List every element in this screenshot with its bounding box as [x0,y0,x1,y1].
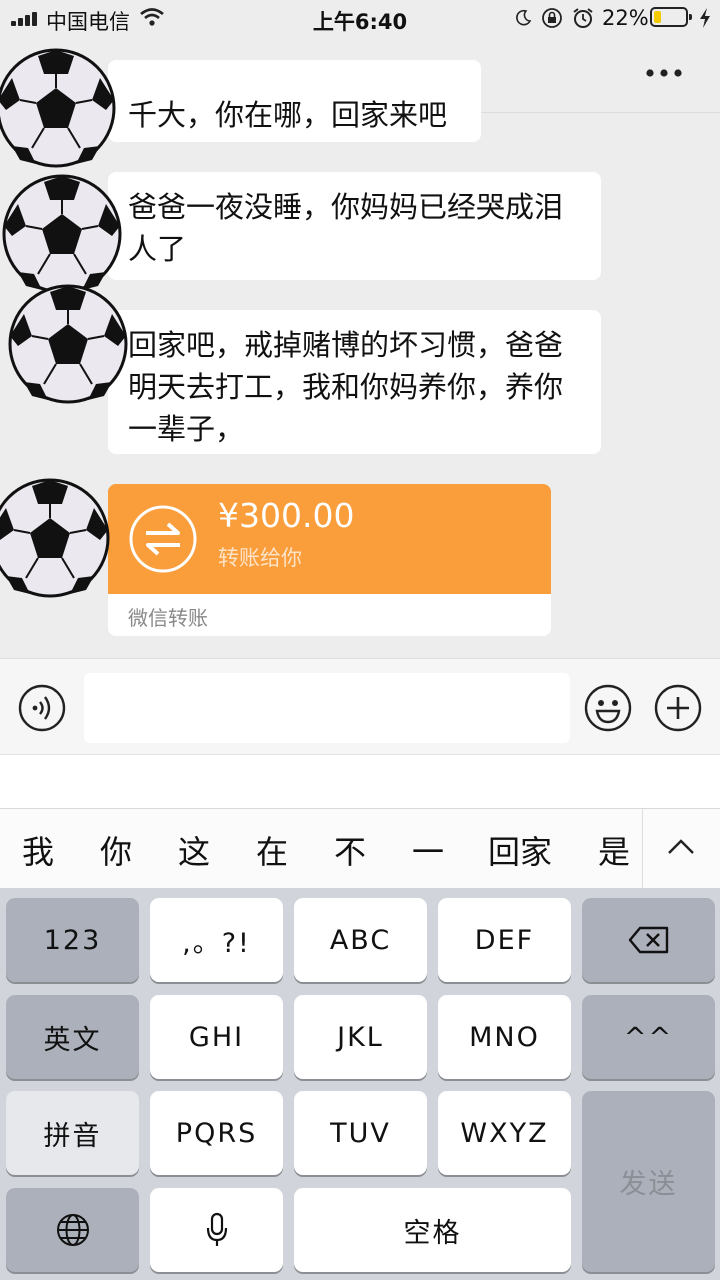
key-punctuation[interactable]: ,。?! [150,898,283,982]
status-bar: 中国电信 上午6:40 22% [0,0,720,36]
globe-key[interactable] [6,1188,139,1272]
transfer-icon [129,505,197,573]
key-def[interactable]: DEF [438,898,571,982]
candidate-item[interactable]: 我 [22,827,54,873]
charging-icon [700,8,710,28]
transfer-footer: 微信转账 [128,606,208,630]
key-emoticon[interactable]: ^^ [582,995,715,1079]
key-mno[interactable]: MNO [438,995,571,1079]
avatar[interactable] [8,284,128,404]
candidate-item[interactable]: 不 [334,827,366,873]
keyboard-top-area [0,754,720,809]
battery-percent: 22% [602,6,649,30]
candidate-item[interactable]: 你 [100,827,132,873]
key-abc[interactable]: ABC [294,898,427,982]
candidate-item[interactable]: 一 [412,827,444,873]
transfer-note: 转账给你 [218,546,302,570]
message-text: 爸爸一夜没睡，你妈妈已经哭成泪人了 [128,190,564,266]
keyboard: 123 ,。?! ABC DEF 英文 GHI JKL MNO ^^ 拼音 PQ… [0,888,720,1280]
divider [642,809,643,889]
message-input[interactable] [84,673,570,743]
emoji-icon[interactable] [584,684,632,732]
avatar[interactable] [2,174,122,294]
key-tuv[interactable]: TUV [294,1091,427,1175]
candidate-item[interactable]: 这 [178,827,210,873]
key-jkl[interactable]: JKL [294,995,427,1079]
candidate-item[interactable]: 回家 [488,827,552,873]
candidate-item[interactable]: 是 [598,827,630,873]
transfer-amount: ¥300.00 [218,496,355,535]
avatar[interactable] [0,478,110,598]
input-bar [0,658,720,755]
message-text: 回家吧，戒掉赌博的坏习惯，爸爸明天去打工，我和你妈养你，养你一辈子， [128,328,564,446]
voice-icon[interactable] [18,684,66,732]
backspace-key[interactable] [582,898,715,982]
plus-icon[interactable] [654,684,702,732]
message-text: 千大，你在哪，回家来吧 [128,98,448,132]
moon-icon [516,9,532,26]
message-bubble[interactable]: 爸爸一夜没睡，你妈妈已经哭成泪人了 [108,172,601,280]
mic-key[interactable] [150,1188,283,1272]
key-wxyz[interactable]: WXYZ [438,1091,571,1175]
key-123[interactable]: 123 [6,898,139,982]
battery-icon [650,7,692,27]
key-pinyin[interactable]: 拼音 [6,1091,139,1175]
chevron-up-icon[interactable] [666,837,696,857]
rotation-lock-icon [542,8,562,28]
candidate-bar: 我 你 这 在 不 一 回家 是 [0,808,720,889]
key-pqrs[interactable]: PQRS [150,1091,283,1175]
transfer-card[interactable]: ¥300.00 转账给你 微信转账 [108,484,551,636]
candidate-item[interactable]: 在 [256,827,288,873]
space-key[interactable]: 空格 [294,1188,571,1272]
microphone-icon [206,1212,227,1246]
backspace-icon [628,926,668,954]
message-bubble[interactable]: 千大，你在哪，回家来吧 [108,60,481,142]
key-english[interactable]: 英文 [6,995,139,1079]
more-icon[interactable] [646,68,682,78]
key-ghi[interactable]: GHI [150,995,283,1079]
globe-icon [56,1214,89,1246]
message-bubble[interactable]: 回家吧，戒掉赌博的坏习惯，爸爸明天去打工，我和你妈养你，养你一辈子， [108,310,601,454]
send-key[interactable]: 发送 [582,1091,715,1272]
alarm-icon [573,8,593,28]
avatar[interactable] [0,48,116,168]
